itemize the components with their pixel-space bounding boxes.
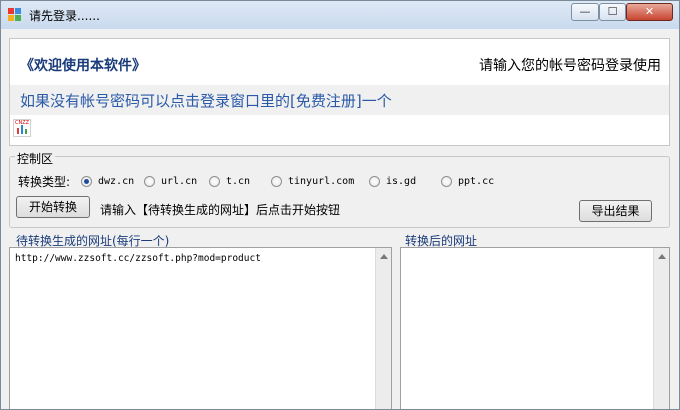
input-urls-textarea[interactable]: http://www.zzsoft.cc/zzsoft.php?mod=prod…: [9, 247, 392, 409]
login-window: 请先登录...... — ☐ ✕ 《欢迎使用本软件》 请输入您的帐号密码登录使用…: [0, 0, 680, 410]
conversion-type-label: 转换类型:: [18, 175, 71, 189]
input-url-line: http://www.zzsoft.cc/zzsoft.php?mod=prod…: [15, 253, 261, 264]
title-bar[interactable]: 请先登录...... — ☐ ✕: [1, 1, 679, 29]
panel-splitter[interactable]: [393, 247, 399, 409]
radio-unchecked-icon: [144, 175, 155, 187]
control-area-label: 控制区: [15, 150, 56, 167]
output-urls-textarea[interactable]: [400, 247, 670, 409]
radio-label: ppt.cc: [458, 175, 495, 187]
scroll-up-arrow-icon[interactable]: [658, 254, 666, 259]
export-results-button[interactable]: 导出结果: [579, 200, 652, 222]
radio-label: is.gd: [386, 175, 417, 187]
radio-unchecked-icon: [369, 175, 380, 187]
radio-checked-icon: [81, 175, 92, 187]
radio-label: tinyurl.com: [288, 175, 355, 187]
app-icon: [8, 8, 22, 22]
radio-url-cn[interactable]: url.cn: [144, 173, 197, 189]
cnzz-stats-icon[interactable]: CNZZ: [13, 119, 31, 137]
welcome-banner: 《欢迎使用本软件》 请输入您的帐号密码登录使用 如果没有帐号密码可以点击登录窗口…: [9, 38, 670, 146]
register-band: 如果没有帐号密码可以点击登录窗口里的[免费注册]一个: [10, 85, 669, 115]
start-convert-button[interactable]: 开始转换: [16, 196, 90, 218]
maximize-icon: ☐: [607, 5, 618, 18]
radio-is-gd[interactable]: is.gd: [369, 173, 416, 189]
minimize-icon: —: [579, 5, 591, 18]
register-hint[interactable]: 如果没有帐号密码可以点击登录窗口里的[免费注册]一个: [20, 90, 392, 111]
radio-label: url.cn: [161, 175, 198, 187]
close-icon: ✕: [644, 5, 655, 18]
radio-t-cn[interactable]: t.cn: [209, 173, 250, 189]
close-button[interactable]: ✕: [626, 3, 673, 21]
scroll-up-arrow-icon[interactable]: [380, 254, 388, 259]
radio-label: dwz.cn: [98, 175, 135, 187]
welcome-text: 《欢迎使用本软件》: [20, 58, 146, 74]
radio-ppt-cc[interactable]: ppt.cc: [441, 173, 494, 189]
radio-tinyurl-com[interactable]: tinyurl.com: [271, 173, 354, 189]
instruction-text: 请输入【待转换生成的网址】后点击开始按钮: [100, 203, 341, 217]
radio-unchecked-icon: [441, 175, 452, 187]
output-scrollbar[interactable]: [653, 248, 669, 409]
maximize-button[interactable]: ☐: [599, 3, 626, 21]
window-title: 请先登录......: [29, 9, 100, 23]
login-hint: 请输入您的帐号密码登录使用: [479, 58, 661, 74]
radio-unchecked-icon: [271, 175, 282, 187]
radio-dwz-cn[interactable]: dwz.cn: [81, 173, 134, 189]
minimize-button[interactable]: —: [571, 3, 599, 21]
radio-unchecked-icon: [209, 175, 220, 187]
input-scrollbar[interactable]: [375, 248, 391, 409]
radio-label: t.cn: [226, 175, 251, 187]
